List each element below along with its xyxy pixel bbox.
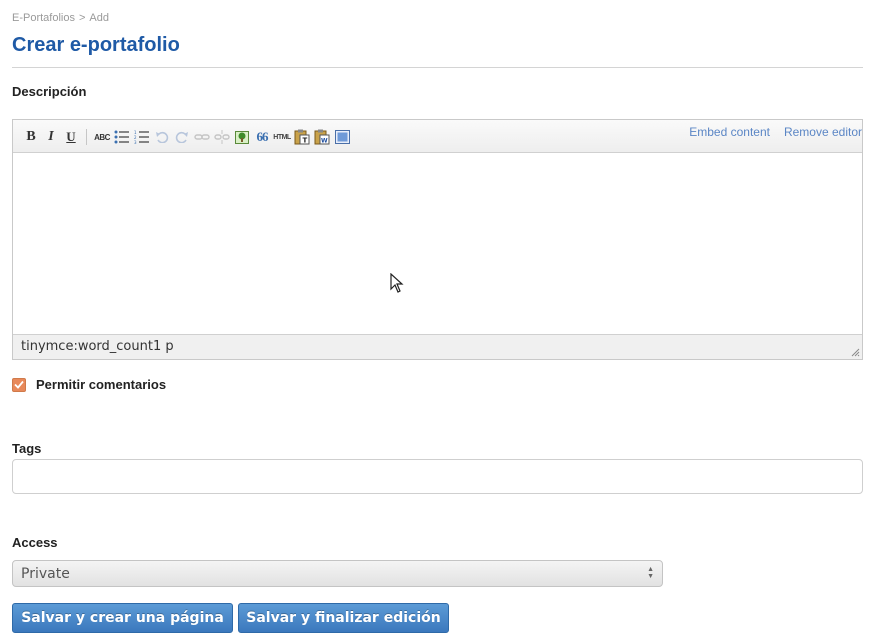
select-arrows-icon: ▲ ▼ [647, 566, 654, 580]
blockquote-button[interactable]: 66 [252, 128, 272, 146]
link-button[interactable] [192, 128, 212, 146]
bullet-list-button[interactable] [112, 128, 132, 146]
image-icon [235, 130, 249, 144]
insert-image-button[interactable] [232, 128, 252, 146]
editor-content-area[interactable] [13, 153, 862, 334]
word-count-status: tinymce:word_count1 p [21, 339, 174, 354]
numbered-list-icon: 123 [134, 130, 149, 144]
description-label: Descripción [12, 84, 87, 99]
allow-comments-row: Permitir comentarios [12, 377, 166, 392]
paste-text-button[interactable]: T [292, 128, 312, 146]
paste-text-icon: T [294, 129, 310, 145]
breadcrumb-parent[interactable]: E-Portafolios [12, 12, 75, 24]
bold-button[interactable]: B [21, 128, 41, 146]
fullscreen-icon [334, 130, 350, 144]
fullscreen-button[interactable] [332, 128, 352, 146]
rich-text-editor: B I U ABC 123 66 HTML T W Embed content … [12, 119, 863, 360]
unlink-button[interactable] [212, 128, 232, 146]
toolbar-separator [86, 129, 87, 145]
link-icon [194, 134, 210, 140]
unlink-icon [214, 130, 230, 144]
access-select[interactable]: Private ▲ ▼ [12, 560, 663, 587]
breadcrumb-separator: > [78, 12, 86, 24]
access-label: Access [12, 535, 58, 550]
undo-button[interactable] [152, 128, 172, 146]
resize-grip-icon[interactable] [850, 347, 860, 357]
embed-content-link[interactable]: Embed content [689, 125, 770, 139]
spellcheck-button[interactable]: ABC [92, 128, 112, 146]
editor-links: Embed content Remove editor [675, 125, 862, 139]
blockquote-icon: 66 [256, 129, 269, 144]
svg-text:T: T [303, 137, 308, 145]
title-divider [12, 67, 863, 68]
breadcrumb: E-Portafolios > Add [12, 12, 109, 24]
allow-comments-checkbox[interactable] [12, 377, 26, 392]
undo-icon [156, 131, 169, 143]
svg-text:3: 3 [134, 140, 137, 144]
breadcrumb-current: Add [89, 12, 109, 24]
editor-toolbar: B I U ABC 123 66 HTML T W Embed content … [13, 120, 862, 153]
spellcheck-icon: ABC [94, 132, 110, 142]
checkmark-icon [14, 380, 24, 389]
save-and-create-page-button[interactable]: Salvar y crear una página [12, 603, 233, 633]
html-icon: HTML [273, 133, 291, 141]
save-and-finish-button[interactable]: Salvar y finalizar edición [238, 603, 449, 633]
mouse-pointer-icon [390, 273, 404, 293]
html-source-button[interactable]: HTML [272, 128, 292, 146]
page-title: Crear e-portafolio [12, 34, 180, 56]
paste-word-button[interactable]: W [312, 128, 332, 146]
editor-statusbar: tinymce:word_count1 p [13, 334, 862, 359]
redo-button[interactable] [172, 128, 192, 146]
italic-button[interactable]: I [41, 128, 61, 146]
remove-editor-link[interactable]: Remove editor [784, 125, 862, 139]
access-selected-value: Private [21, 565, 70, 582]
svg-text:W: W [321, 138, 328, 145]
redo-icon [175, 131, 188, 143]
bullet-list-icon [114, 130, 129, 144]
page: E-Portafolios > Add Crear e-portafolio Des… [0, 0, 869, 639]
allow-comments-label[interactable]: Permitir comentarios [36, 377, 166, 392]
numbered-list-button[interactable]: 123 [132, 128, 152, 146]
tags-label: Tags [12, 441, 42, 456]
paste-word-icon: W [314, 129, 330, 145]
underline-button[interactable]: U [61, 128, 81, 146]
tags-input[interactable] [12, 459, 863, 494]
